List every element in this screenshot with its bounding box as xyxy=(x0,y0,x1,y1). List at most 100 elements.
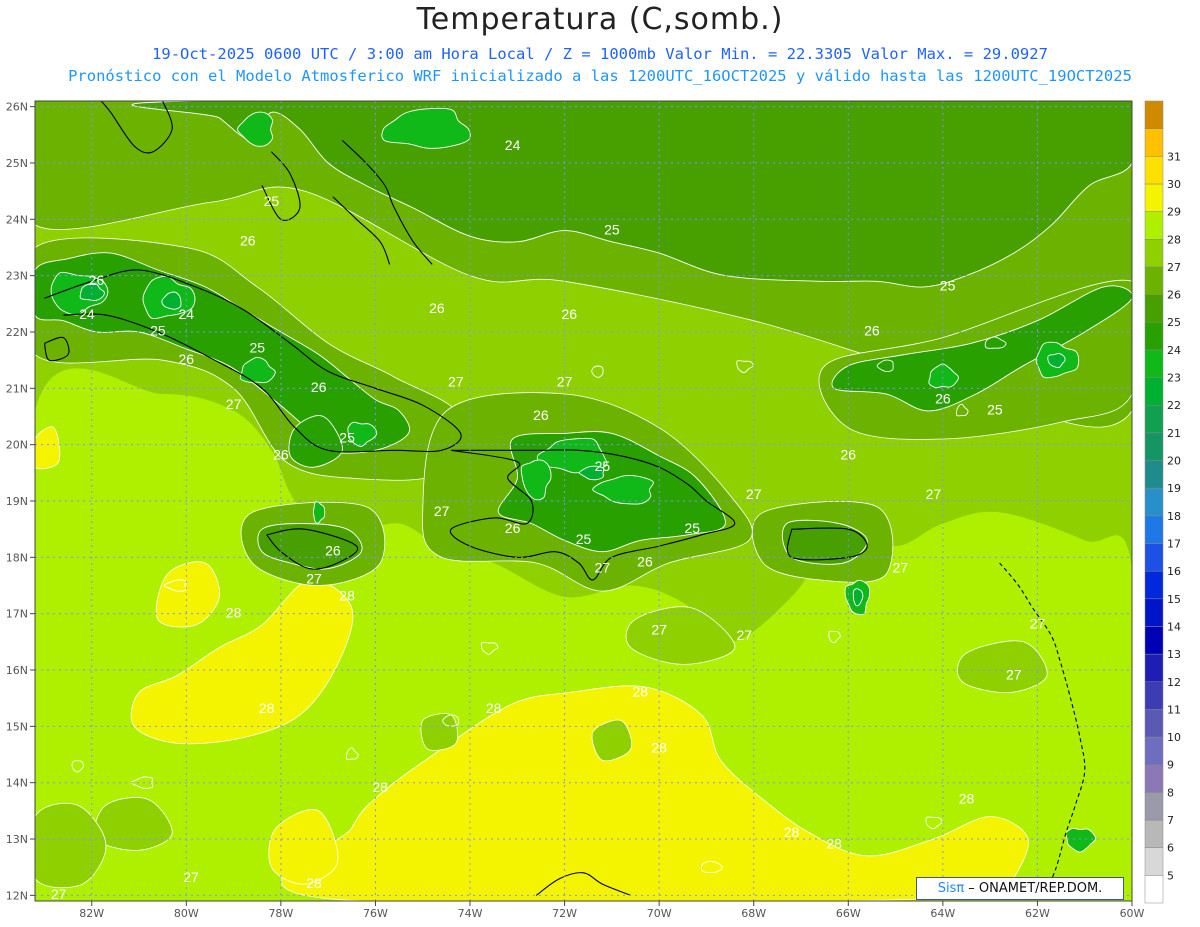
colorbar-swatch xyxy=(1144,432,1164,461)
contour-label: 27 xyxy=(1030,616,1046,632)
credit-box: Sisπ – ONAMET/REP.DOM. xyxy=(916,877,1124,900)
colorbar-swatch xyxy=(1144,349,1164,378)
x-tick-label: 60W xyxy=(1120,907,1145,920)
colorbar-swatch xyxy=(1144,100,1164,129)
colorbar: 5 6 7 8 9 10 11 12 13 14 15 16 17 18 19 20 21 22 23 24 25 26 2… xyxy=(1144,100,1181,904)
contour-label: 25 xyxy=(249,340,265,356)
colorbar-swatch xyxy=(1144,211,1164,240)
x-tick-label: 70W xyxy=(647,907,672,920)
colorbar-swatch xyxy=(1144,294,1164,323)
colorbar-label: 20 xyxy=(1167,455,1181,468)
contour-label: 26 xyxy=(179,351,195,367)
contour-label: 26 xyxy=(89,272,105,288)
colorbar-swatch xyxy=(1144,626,1164,655)
colorbar-label: 8 xyxy=(1167,786,1174,799)
contour-label: 27 xyxy=(306,571,322,587)
contour-label: 26 xyxy=(864,323,880,339)
colorbar-swatch xyxy=(1144,819,1164,848)
sispi-logo: Sisπ xyxy=(937,881,965,896)
x-tick-label: 78W xyxy=(268,907,293,920)
contour-label: 27 xyxy=(183,869,199,885)
contour-label: 26 xyxy=(505,520,521,536)
contour-label: 25 xyxy=(339,430,355,446)
contour-label: 26 xyxy=(273,447,289,463)
contour-label: 24 xyxy=(79,306,95,322)
contour-label: 26 xyxy=(562,306,578,322)
colorbar-swatch xyxy=(1144,266,1164,295)
colorbar-swatch xyxy=(1144,543,1164,572)
contour-label: 25 xyxy=(595,458,611,474)
y-tick-label: 17N xyxy=(6,608,28,621)
colorbar-swatch xyxy=(1144,377,1164,406)
contour-label: 24 xyxy=(179,306,195,322)
contour-label: 25 xyxy=(987,402,1003,418)
y-tick-label: 24N xyxy=(6,213,28,226)
contour-label: 27 xyxy=(557,373,573,389)
contour-label: 27 xyxy=(893,559,909,575)
contour-label: 27 xyxy=(926,486,942,502)
y-tick-label: 12N xyxy=(6,889,28,902)
colorbar-label: 25 xyxy=(1167,316,1181,329)
colorbar-swatch xyxy=(1144,709,1164,738)
contour-label: 27 xyxy=(595,559,611,575)
contour-label: 28 xyxy=(486,700,502,716)
colorbar-swatch xyxy=(1144,239,1164,268)
y-tick-label: 22N xyxy=(6,326,28,339)
colorbar-label: 27 xyxy=(1167,261,1181,274)
colorbar-swatch xyxy=(1144,681,1164,710)
contour-label: 27 xyxy=(434,503,450,519)
colorbar-swatch xyxy=(1144,156,1164,185)
colorbar-label: 24 xyxy=(1167,344,1181,357)
contour-label: 24 xyxy=(505,137,521,153)
contour-label: 28 xyxy=(784,824,800,840)
colorbar-label: 14 xyxy=(1167,620,1181,633)
colorbar-label: 30 xyxy=(1167,178,1181,191)
y-tick-label: 15N xyxy=(6,720,28,733)
y-tick-label: 13N xyxy=(6,833,28,846)
colorbar-label: 18 xyxy=(1167,510,1181,523)
contour-label: 28 xyxy=(226,604,242,620)
contour-label: 27 xyxy=(226,396,242,412)
contour-label: 25 xyxy=(684,520,700,536)
colorbar-swatch xyxy=(1144,598,1164,627)
colorbar-swatch xyxy=(1144,875,1164,904)
contour-label: 26 xyxy=(325,542,341,558)
colorbar-label: 28 xyxy=(1167,233,1181,246)
colorbar-label: 7 xyxy=(1167,814,1174,827)
colorbar-label: 31 xyxy=(1167,150,1181,163)
colorbar-label: 13 xyxy=(1167,648,1181,661)
colorbar-label: 22 xyxy=(1167,399,1181,412)
contour-label: 27 xyxy=(736,627,752,643)
contour-label: 26 xyxy=(935,390,951,406)
contour-label: 27 xyxy=(51,886,67,902)
colorbar-label: 6 xyxy=(1167,842,1174,855)
contour-label: 27 xyxy=(448,373,464,389)
x-tick-label: 64W xyxy=(930,907,955,920)
colorbar-swatch xyxy=(1144,404,1164,434)
contour-label: 28 xyxy=(259,700,275,716)
colorbar-label: 11 xyxy=(1167,703,1181,716)
colorbar-swatch xyxy=(1144,653,1164,683)
colorbar-swatch xyxy=(1144,847,1164,876)
colorbar-label: 16 xyxy=(1167,565,1181,578)
credit-text: – ONAMET/REP.DOM. xyxy=(964,881,1103,896)
contour-label: 25 xyxy=(576,531,592,547)
y-tick-label: 18N xyxy=(6,551,28,564)
contour-label: 26 xyxy=(533,407,549,423)
colorbar-label: 23 xyxy=(1167,372,1181,385)
x-tick-label: 68W xyxy=(741,907,766,920)
contour-label: 28 xyxy=(306,875,322,891)
y-tick-label: 23N xyxy=(6,270,28,283)
colorbar-label: 9 xyxy=(1167,759,1174,772)
colorbar-swatch xyxy=(1144,515,1164,544)
colorbar-swatch xyxy=(1144,460,1164,489)
colorbar-label: 17 xyxy=(1167,537,1181,550)
temperature-map: 24252625252624 2425252626 262627 272627 2625… xyxy=(6,100,1181,920)
y-tick-label: 26N xyxy=(6,101,28,114)
contour-label: 26 xyxy=(841,447,857,463)
colorbar-label: 15 xyxy=(1167,593,1181,606)
x-tick-label: 82W xyxy=(79,907,104,920)
x-tick-label: 66W xyxy=(836,907,861,920)
colorbar-label: 5 xyxy=(1167,869,1174,882)
contour-label: 25 xyxy=(150,323,166,339)
